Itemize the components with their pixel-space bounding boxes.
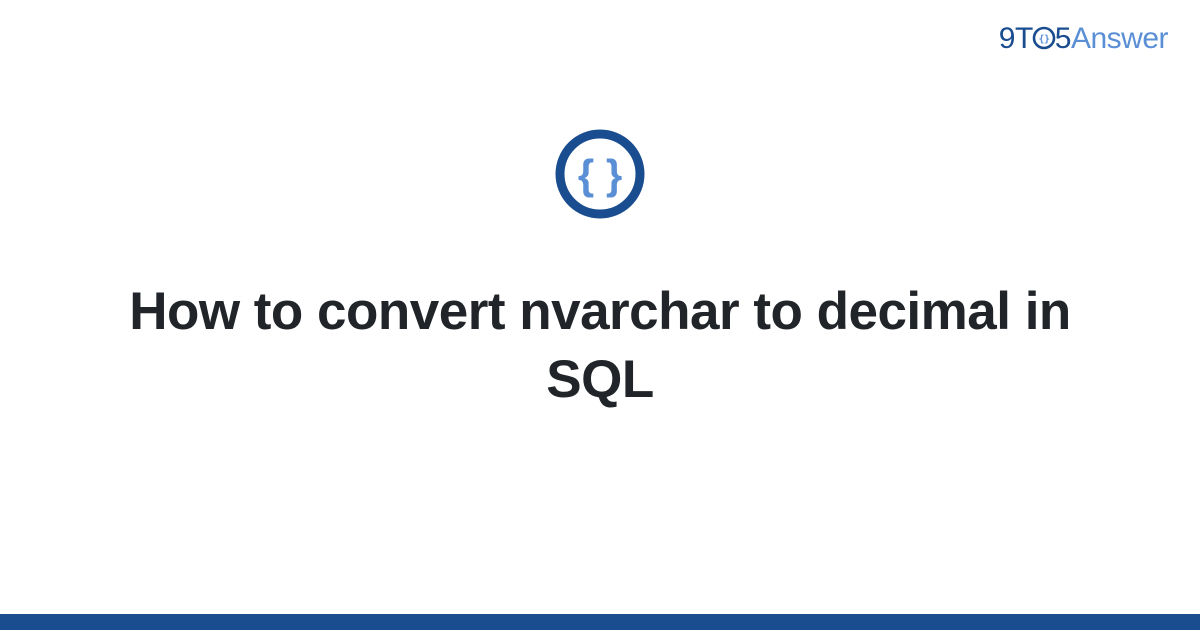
footer-accent-bar [0,614,1200,630]
page-title: How to convert nvarchar to decimal in SQ… [0,278,1200,414]
svg-text:{}: {} [1038,34,1050,45]
brand-five: 5 [1055,22,1071,55]
brand-nine: 9 [999,22,1015,55]
brand-ring-icon: {} [1032,26,1056,50]
code-braces-icon: { } [554,128,646,220]
brand-answer: Answer [1071,22,1168,55]
site-brand: 9T {} 5Answer [999,22,1168,56]
svg-text:{ }: { } [578,151,622,198]
brand-t: T [1015,22,1033,55]
